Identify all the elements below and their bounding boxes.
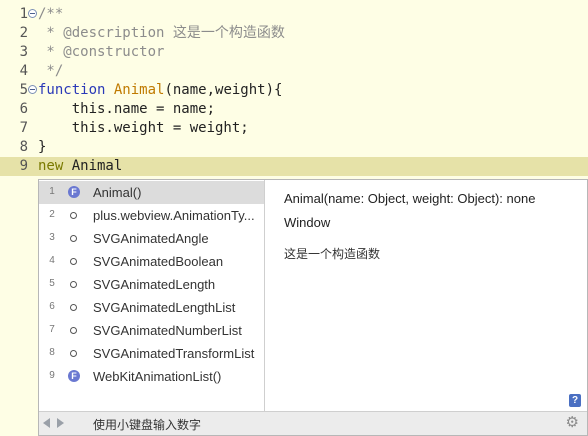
footer-hint: 使用小键盘输入数字: [93, 418, 202, 432]
line-number: 7: [19, 120, 28, 136]
completion-item[interactable]: 6 SVGAnimatedLengthList: [39, 296, 264, 319]
item-index: 2: [49, 209, 55, 220]
code-editor[interactable]: 1/** 2 * @description 这是一个构造函数 3 * @constr…: [0, 0, 588, 180]
code-token: (name,weight){: [164, 82, 283, 98]
item-index: 8: [49, 347, 55, 358]
item-label: plus.webview.AnimationTy...: [93, 208, 255, 223]
item-label: SVGAnimatedBoolean: [93, 254, 224, 269]
completion-item[interactable]: 5 SVGAnimatedLength: [39, 273, 264, 296]
doc-signature: Animal(name: Object, weight: Object): no…: [284, 191, 536, 206]
code-line[interactable]: 1 /**: [0, 5, 588, 24]
code-token: * @constructor: [38, 44, 165, 60]
code-text: new Animal: [38, 157, 122, 176]
code-text: function Animal(name,weight){: [38, 81, 282, 100]
item-index: 3: [49, 232, 55, 243]
code-token: /**: [38, 6, 64, 22]
code-text: /**: [38, 5, 63, 24]
object-icon: [70, 327, 77, 334]
completion-list[interactable]: 1 F Animal() 2 plus.webview.AnimationTy... 3 S…: [39, 180, 264, 411]
line-number: 5: [19, 82, 28, 98]
code-token: * @description 这是一个构造函数: [38, 25, 285, 41]
item-index: 1: [49, 186, 55, 197]
item-label: SVGAnimatedLength: [93, 277, 216, 292]
function-icon: F: [68, 370, 80, 382]
object-icon: [70, 212, 77, 219]
item-label: SVGAnimatedNumberList: [93, 323, 242, 338]
item-label: SVGAnimatedTransformList: [93, 346, 255, 361]
code-text: * @description 这是一个构造函数: [38, 24, 285, 43]
object-icon: [70, 281, 77, 288]
doc-description: 这是一个构造函数: [284, 247, 381, 261]
line-number: 3: [19, 44, 28, 60]
item-label: SVGAnimatedLengthList: [93, 300, 236, 315]
item-index: 7: [49, 324, 55, 335]
code-line[interactable]: 3 * @constructor: [0, 43, 588, 62]
code-line[interactable]: 6 this.name = name;: [0, 100, 588, 119]
code-text: }: [38, 138, 46, 157]
code-text: this.name = name;: [38, 100, 215, 119]
code-token: this.name = name;: [38, 101, 216, 117]
completion-item[interactable]: 3 SVGAnimatedAngle: [39, 227, 264, 250]
item-index: 9: [49, 370, 55, 381]
object-icon: [70, 350, 77, 357]
code-token: Animal: [71, 158, 123, 174]
item-label: Animal(): [93, 185, 142, 200]
help-icon[interactable]: ?: [569, 394, 581, 407]
line-number: 2: [19, 25, 28, 41]
code-text: */: [38, 62, 63, 81]
line-number: 4: [19, 63, 28, 79]
completion-item[interactable]: 7 SVGAnimatedNumberList: [39, 319, 264, 342]
object-icon: [70, 235, 77, 242]
next-arrow-icon[interactable]: [57, 418, 64, 428]
item-index: 4: [49, 255, 55, 266]
code-token: */: [38, 63, 64, 79]
code-line[interactable]: 5 function Animal(name,weight){: [0, 81, 588, 100]
popup-footer: 使用小键盘输入数字 ⚙: [39, 411, 587, 435]
object-icon: [70, 258, 77, 265]
code-line[interactable]: 7 this.weight = weight;: [0, 119, 588, 138]
item-label: SVGAnimatedAngle: [93, 231, 209, 246]
fold-toggle-icon[interactable]: [28, 85, 37, 94]
completion-item[interactable]: 8 SVGAnimatedTransformList: [39, 342, 264, 365]
code-token: function: [38, 82, 114, 98]
documentation-panel: Animal(name: Object, weight: Object): no…: [265, 180, 587, 411]
completion-item[interactable]: 2 plus.webview.AnimationTy...: [39, 204, 264, 227]
code-line[interactable]: 8}: [0, 138, 588, 157]
code-line[interactable]: 9 new Animal: [0, 157, 588, 176]
item-index: 6: [49, 301, 55, 312]
code-line[interactable]: 4 */: [0, 62, 588, 81]
object-icon: [70, 304, 77, 311]
item-label: WebKitAnimationList(): [93, 369, 222, 384]
completion-item[interactable]: 4 SVGAnimatedBoolean: [39, 250, 264, 273]
code-token: }: [38, 139, 47, 155]
doc-owner: Window: [284, 215, 331, 230]
previous-arrow-icon[interactable]: [43, 418, 50, 428]
code-text: * @constructor: [38, 43, 164, 62]
completion-item[interactable]: 1 F Animal(): [39, 181, 264, 204]
code-token: this.weight = weight;: [38, 120, 249, 136]
code-token: Animal: [113, 82, 165, 98]
fold-toggle-icon[interactable]: [28, 9, 37, 18]
gear-icon[interactable]: ⚙: [566, 414, 579, 432]
code-text: this.weight = weight;: [38, 119, 249, 138]
line-number: 1: [19, 6, 28, 22]
item-index: 5: [49, 278, 55, 289]
line-number: 6: [19, 101, 28, 117]
code-token: new: [38, 158, 72, 174]
completion-item[interactable]: 9 F WebKitAnimationList(): [39, 365, 264, 388]
code-line[interactable]: 2 * @description 这是一个构造函数: [0, 24, 588, 43]
line-number: 8: [19, 139, 28, 155]
autocomplete-popup: 1 F Animal() 2 plus.webview.AnimationTy... 3 S…: [38, 179, 588, 436]
line-number: 9: [19, 158, 28, 174]
function-icon: F: [68, 186, 80, 198]
